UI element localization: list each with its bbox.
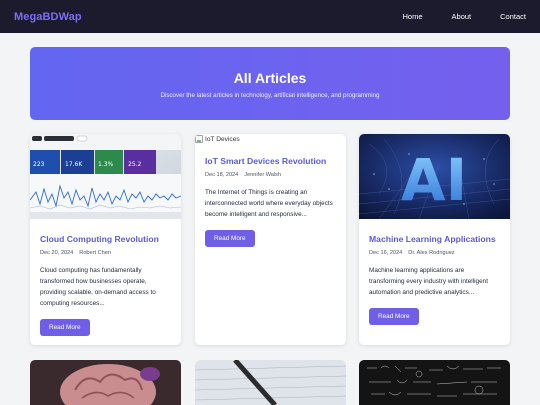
dashboard-tile-value: 1.3% <box>98 161 114 168</box>
dashboard-tile-value: 17.6K <box>65 161 83 168</box>
page-title: All Articles <box>233 70 307 86</box>
article-meta: Dec 20, 2024 Robert Chen <box>40 250 171 256</box>
nav-link-home[interactable]: Home <box>403 12 423 21</box>
broken-image-icon <box>195 135 203 143</box>
article-image-broken[interactable]: IoT Devices <box>195 134 346 144</box>
article-excerpt: Machine learning applications are transf… <box>369 267 488 296</box>
article-author: Robert Chen <box>79 250 111 256</box>
read-more-button[interactable]: Read More <box>205 230 255 247</box>
article-title[interactable]: Machine Learning Applications <box>369 234 500 244</box>
brain-photo-illustration <box>30 360 181 405</box>
article-title[interactable]: IoT Smart Devices Revolution <box>205 156 336 166</box>
chalkboard-photo-illustration <box>359 360 510 405</box>
nav-link-contact[interactable]: Contact <box>500 12 526 21</box>
ai-photo-illustration: AI <box>359 134 510 219</box>
nav-links: Home About Contact <box>374 12 526 21</box>
article-meta: Dec 18, 2024 Jennifer Walsh <box>205 172 336 178</box>
article-card: 223 17.6K 1.3% 25.2 Cloud Computing Revo… <box>30 134 181 345</box>
pen-photo-illustration <box>195 360 346 405</box>
read-more-button[interactable]: Read More <box>369 308 419 325</box>
article-image-brain[interactable] <box>30 360 181 405</box>
hero-banner: All Articles Discover the latest article… <box>30 47 510 120</box>
dashboard-tile-value: 25.2 <box>128 161 142 168</box>
article-excerpt: Cloud computing has fundamentally transf… <box>40 267 156 307</box>
article-image-chalkboard[interactable] <box>359 360 510 405</box>
page-subtitle: Discover the latest articles in technolo… <box>160 92 380 99</box>
article-excerpt: The Internet of Things is creating an in… <box>205 189 333 218</box>
image-alt-text: IoT Devices <box>205 135 240 143</box>
read-more-button[interactable]: Read More <box>40 319 90 336</box>
article-title[interactable]: Cloud Computing Revolution <box>40 234 171 244</box>
top-navbar: MegaBDWap Home About Contact <box>0 0 540 33</box>
ai-letters: AI <box>401 146 467 214</box>
article-image-pen[interactable] <box>195 360 346 405</box>
article-meta: Dec 16, 2024 Dr. Alex Rodriguez <box>369 250 500 256</box>
article-image-ai[interactable]: AI <box>359 134 510 219</box>
article-date: Dec 20, 2024 <box>40 250 74 256</box>
article-image-dashboard[interactable]: 223 17.6K 1.3% 25.2 <box>30 134 181 219</box>
article-date: Dec 18, 2024 <box>205 172 239 178</box>
article-author: Dr. Alex Rodriguez <box>408 250 455 256</box>
dashboard-photo-illustration: 223 17.6K 1.3% 25.2 <box>30 134 181 219</box>
nav-link-about[interactable]: About <box>452 12 472 21</box>
dashboard-tile-value: 223 <box>33 161 45 168</box>
article-date: Dec 16, 2024 <box>369 250 403 256</box>
article-card: IoT Devices IoT Smart Devices Revolution… <box>195 134 346 345</box>
brand-logo[interactable]: MegaBDWap <box>14 11 82 23</box>
article-card: AI Machine Learning Applications Dec 16,… <box>359 134 510 345</box>
article-author: Jennifer Walsh <box>244 172 282 178</box>
